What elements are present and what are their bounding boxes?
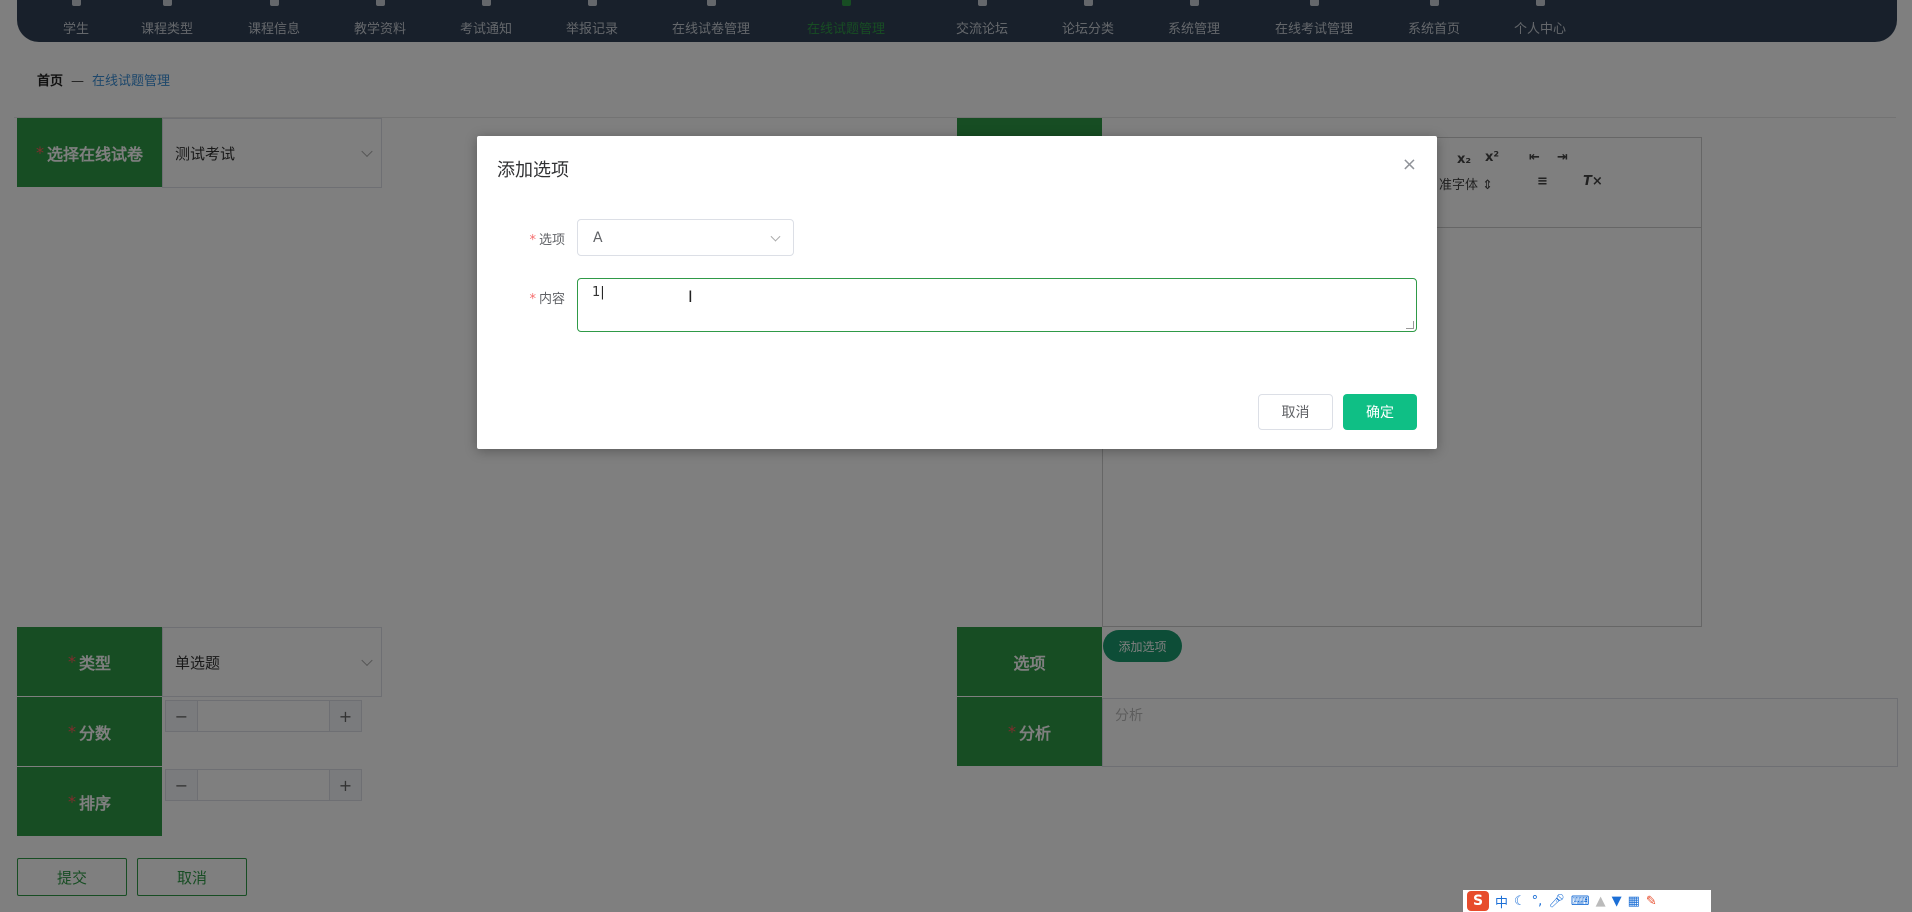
- tools-icon[interactable]: ✎: [1646, 894, 1657, 909]
- add-option-dialog: 添加选项 × * 选项 A * 内容 1| I 取消 确定: [477, 136, 1437, 449]
- user-icon[interactable]: ▲: [1596, 894, 1606, 909]
- dialog-title: 添加选项: [497, 160, 569, 181]
- text-caret: |: [600, 285, 605, 300]
- chevron-down-icon: [770, 231, 781, 242]
- ibeam-cursor-icon: I: [688, 287, 693, 306]
- ime-mode-indicator[interactable]: 中: [1495, 892, 1508, 911]
- moon-icon[interactable]: ☾: [1514, 894, 1526, 909]
- punctuation-icon[interactable]: °,: [1532, 894, 1543, 909]
- option-select[interactable]: A: [577, 219, 794, 256]
- ime-toolbar: S 中 ☾ °, 🎤︎ ⌨ ▲ ▼ ▦ ✎: [1463, 890, 1711, 912]
- apps-icon[interactable]: ▦: [1628, 894, 1640, 909]
- skin-icon[interactable]: ▼: [1612, 894, 1622, 909]
- sogou-logo-icon[interactable]: S: [1467, 891, 1489, 911]
- keyboard-icon[interactable]: ⌨: [1571, 894, 1590, 909]
- dialog-cancel-button[interactable]: 取消: [1258, 394, 1333, 430]
- option-field-label: * 选项: [529, 233, 565, 248]
- content-textarea[interactable]: 1|: [577, 278, 1417, 332]
- dialog-confirm-button[interactable]: 确定: [1343, 394, 1417, 430]
- close-icon[interactable]: ×: [1402, 154, 1417, 175]
- content-field-label: * 内容: [529, 292, 565, 307]
- resize-handle-icon[interactable]: [1406, 321, 1414, 329]
- microphone-icon[interactable]: 🎤︎: [1548, 894, 1565, 909]
